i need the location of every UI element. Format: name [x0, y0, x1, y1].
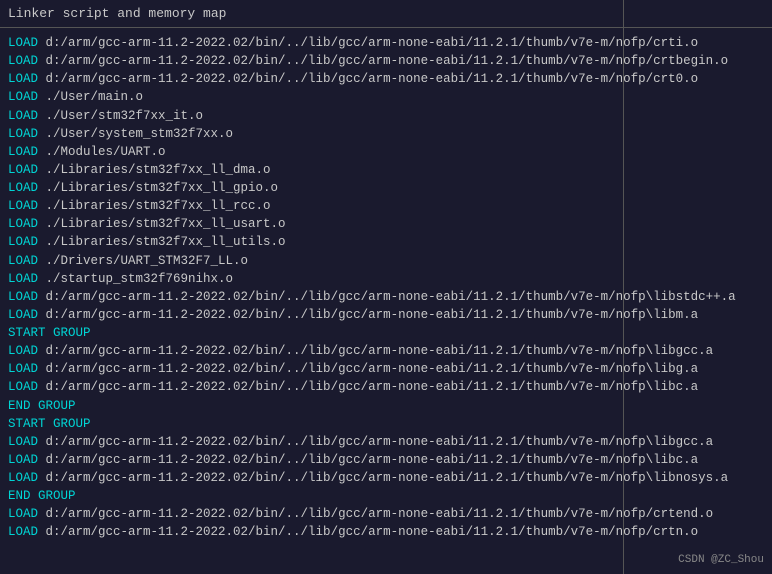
list-item: LOAD d:/arm/gcc-arm-11.2-2022.02/bin/../…: [8, 360, 772, 378]
list-item: START GROUP: [8, 324, 772, 342]
load-path: d:/arm/gcc-arm-11.2-2022.02/bin/../lib/g…: [38, 380, 698, 394]
load-keyword: LOAD: [8, 380, 38, 394]
load-keyword: LOAD: [8, 145, 38, 159]
list-item: LOAD ./User/system_stm32f7xx.o: [8, 125, 772, 143]
group-keyword: END GROUP: [8, 399, 76, 413]
title-bar: Linker script and memory map: [0, 4, 772, 27]
load-keyword: LOAD: [8, 308, 38, 322]
list-item: LOAD d:/arm/gcc-arm-11.2-2022.02/bin/../…: [8, 306, 772, 324]
list-item: LOAD d:/arm/gcc-arm-11.2-2022.02/bin/../…: [8, 70, 772, 88]
load-path: d:/arm/gcc-arm-11.2-2022.02/bin/../lib/g…: [38, 308, 698, 322]
load-keyword: LOAD: [8, 525, 38, 539]
group-keyword: START GROUP: [8, 417, 91, 431]
load-path: d:/arm/gcc-arm-11.2-2022.02/bin/../lib/g…: [38, 507, 713, 521]
load-path: ./User/system_stm32f7xx.o: [38, 127, 233, 141]
list-item: LOAD ./Libraries/stm32f7xx_ll_utils.o: [8, 233, 772, 251]
load-keyword: LOAD: [8, 109, 38, 123]
load-path: ./Libraries/stm32f7xx_ll_rcc.o: [38, 199, 271, 213]
list-item: LOAD d:/arm/gcc-arm-11.2-2022.02/bin/../…: [8, 451, 772, 469]
watermark: CSDN @ZC_Shou: [678, 554, 764, 566]
load-path: ./Libraries/stm32f7xx_ll_dma.o: [38, 163, 271, 177]
load-path: ./Libraries/stm32f7xx_ll_gpio.o: [38, 181, 278, 195]
load-keyword: LOAD: [8, 199, 38, 213]
list-item: LOAD ./Drivers/UART_STM32F7_LL.o: [8, 252, 772, 270]
load-path: d:/arm/gcc-arm-11.2-2022.02/bin/../lib/g…: [38, 36, 698, 50]
load-path: ./startup_stm32f769nihx.o: [38, 272, 233, 286]
content-area: LOAD d:/arm/gcc-arm-11.2-2022.02/bin/../…: [0, 32, 772, 542]
list-item: LOAD d:/arm/gcc-arm-11.2-2022.02/bin/../…: [8, 342, 772, 360]
load-keyword: LOAD: [8, 471, 38, 485]
load-keyword: LOAD: [8, 453, 38, 467]
list-item: LOAD d:/arm/gcc-arm-11.2-2022.02/bin/../…: [8, 523, 772, 541]
vertical-separator: [623, 0, 624, 574]
load-keyword: LOAD: [8, 181, 38, 195]
list-item: LOAD ./Libraries/stm32f7xx_ll_dma.o: [8, 161, 772, 179]
load-keyword: LOAD: [8, 72, 38, 86]
main-container: Linker script and memory map LOAD d:/arm…: [0, 0, 772, 574]
load-keyword: LOAD: [8, 344, 38, 358]
list-item: LOAD d:/arm/gcc-arm-11.2-2022.02/bin/../…: [8, 34, 772, 52]
list-item: LOAD ./User/main.o: [8, 88, 772, 106]
load-path: ./User/main.o: [38, 90, 143, 104]
list-item: LOAD d:/arm/gcc-arm-11.2-2022.02/bin/../…: [8, 469, 772, 487]
load-keyword: LOAD: [8, 54, 38, 68]
load-keyword: LOAD: [8, 362, 38, 376]
divider: [0, 27, 772, 28]
list-item: LOAD d:/arm/gcc-arm-11.2-2022.02/bin/../…: [8, 288, 772, 306]
list-item: LOAD ./User/stm32f7xx_it.o: [8, 107, 772, 125]
list-item: LOAD d:/arm/gcc-arm-11.2-2022.02/bin/../…: [8, 433, 772, 451]
list-item: LOAD ./startup_stm32f769nihx.o: [8, 270, 772, 288]
list-item: START GROUP: [8, 415, 772, 433]
load-path: d:/arm/gcc-arm-11.2-2022.02/bin/../lib/g…: [38, 435, 713, 449]
load-path: d:/arm/gcc-arm-11.2-2022.02/bin/../lib/g…: [38, 362, 698, 376]
group-keyword: START GROUP: [8, 326, 91, 340]
load-path: d:/arm/gcc-arm-11.2-2022.02/bin/../lib/g…: [38, 471, 728, 485]
list-item: LOAD d:/arm/gcc-arm-11.2-2022.02/bin/../…: [8, 52, 772, 70]
list-item: END GROUP: [8, 397, 772, 415]
load-path: ./Libraries/stm32f7xx_ll_utils.o: [38, 235, 286, 249]
load-keyword: LOAD: [8, 90, 38, 104]
load-keyword: LOAD: [8, 507, 38, 521]
load-path: ./User/stm32f7xx_it.o: [38, 109, 203, 123]
group-keyword: END GROUP: [8, 489, 76, 503]
list-item: END GROUP: [8, 487, 772, 505]
load-keyword: LOAD: [8, 290, 38, 304]
list-item: LOAD ./Libraries/stm32f7xx_ll_usart.o: [8, 215, 772, 233]
list-item: LOAD ./Libraries/stm32f7xx_ll_gpio.o: [8, 179, 772, 197]
load-path: ./Drivers/UART_STM32F7_LL.o: [38, 254, 248, 268]
list-item: LOAD ./Modules/UART.o: [8, 143, 772, 161]
load-keyword: LOAD: [8, 435, 38, 449]
load-keyword: LOAD: [8, 127, 38, 141]
load-path: d:/arm/gcc-arm-11.2-2022.02/bin/../lib/g…: [38, 290, 736, 304]
load-keyword: LOAD: [8, 235, 38, 249]
load-keyword: LOAD: [8, 36, 38, 50]
load-path: d:/arm/gcc-arm-11.2-2022.02/bin/../lib/g…: [38, 525, 698, 539]
load-path: d:/arm/gcc-arm-11.2-2022.02/bin/../lib/g…: [38, 72, 698, 86]
load-keyword: LOAD: [8, 217, 38, 231]
load-path: d:/arm/gcc-arm-11.2-2022.02/bin/../lib/g…: [38, 453, 698, 467]
page-title: Linker script and memory map: [8, 6, 226, 21]
load-path: d:/arm/gcc-arm-11.2-2022.02/bin/../lib/g…: [38, 344, 713, 358]
load-keyword: LOAD: [8, 163, 38, 177]
load-path: ./Modules/UART.o: [38, 145, 166, 159]
list-item: LOAD d:/arm/gcc-arm-11.2-2022.02/bin/../…: [8, 378, 772, 396]
load-keyword: LOAD: [8, 254, 38, 268]
load-path: d:/arm/gcc-arm-11.2-2022.02/bin/../lib/g…: [38, 54, 728, 68]
load-path: ./Libraries/stm32f7xx_ll_usart.o: [38, 217, 286, 231]
load-keyword: LOAD: [8, 272, 38, 286]
list-item: LOAD ./Libraries/stm32f7xx_ll_rcc.o: [8, 197, 772, 215]
list-item: LOAD d:/arm/gcc-arm-11.2-2022.02/bin/../…: [8, 505, 772, 523]
